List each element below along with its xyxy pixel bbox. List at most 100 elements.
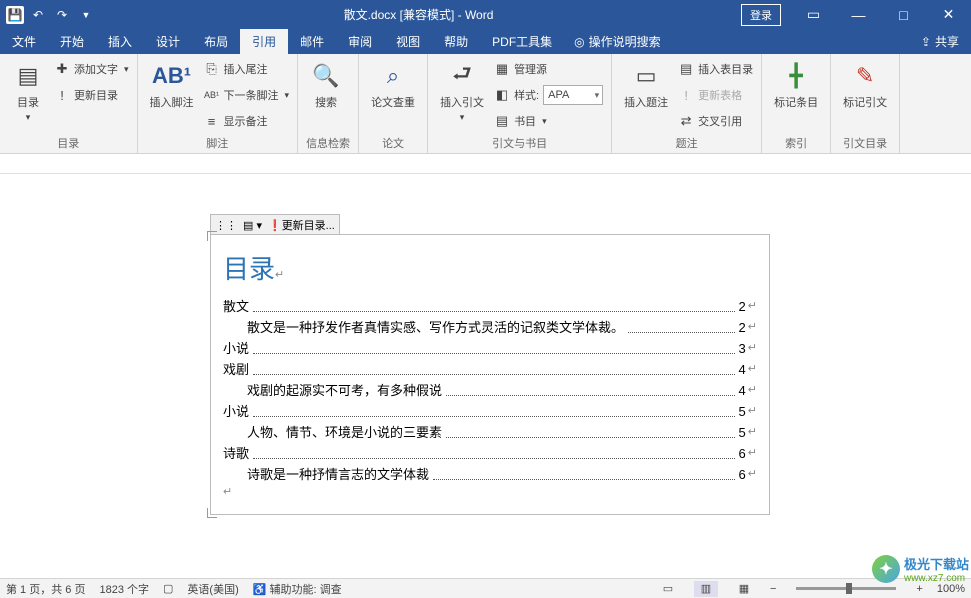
show-notes-button[interactable]: ≡显示备注 [204, 110, 290, 132]
tab-help[interactable]: 帮助 [432, 29, 480, 54]
tab-layout[interactable]: 布局 [192, 29, 240, 54]
print-layout-icon[interactable]: ▥ [694, 581, 718, 597]
cross-reference-button[interactable]: ⇄交叉引用 [678, 110, 753, 132]
toc-entry[interactable]: 诗歌6↵ [223, 443, 757, 464]
toc-entry[interactable]: 散文2↵ [223, 296, 757, 317]
qat-dropdown-icon[interactable]: ▼ [76, 5, 96, 25]
zoom-out-button[interactable]: − [770, 583, 776, 595]
toc-leader-dots [253, 359, 735, 375]
tab-references[interactable]: 引用 [240, 29, 288, 54]
toc-leader-dots [446, 380, 735, 396]
zoom-slider[interactable] [796, 587, 896, 590]
zoom-level[interactable]: 100% [937, 583, 965, 595]
insert-table-figures-button[interactable]: ▤插入表目录 [678, 58, 753, 80]
proofing-icon[interactable]: ▢ [163, 582, 173, 595]
web-layout-icon[interactable]: ▦ [732, 581, 756, 597]
citation-style-select[interactable]: ◧ 样式: APA [494, 84, 603, 106]
table-figures-icon: ▤ [678, 61, 694, 77]
mark-entry-button[interactable]: ╋ 标记条目 [770, 58, 822, 112]
group-research-label: 信息检索 [306, 133, 350, 151]
toc-doc-icon[interactable]: ▤ ▾ [243, 219, 262, 232]
toc-handle-icon[interactable]: ⋮⋮ [215, 219, 237, 232]
toc-page-number: 4 [739, 380, 746, 401]
document-area[interactable]: ⋮⋮ ▤ ▾ ❗更新目录... 目录↵ 散文2↵散文是一种抒发作者真情实感、写作… [0, 174, 971, 578]
close-icon[interactable]: ✕ [926, 6, 971, 23]
update-table-button[interactable]: !更新表格 [678, 84, 753, 106]
tab-review[interactable]: 审阅 [336, 29, 384, 54]
insert-endnote-button[interactable]: ⎘插入尾注 [204, 58, 290, 80]
toc-entry[interactable]: 戏剧4↵ [223, 359, 757, 380]
insert-footnote-button[interactable]: AB¹ 插入脚注 [146, 58, 198, 112]
tab-mailings[interactable]: 邮件 [288, 29, 336, 54]
toc-field[interactable]: 目录↵ 散文2↵散文是一种抒发作者真情实感、写作方式灵活的记叙类文学体裁。2↵小… [210, 234, 770, 515]
paragraph-mark: ↵ [748, 422, 757, 443]
group-proofing: ⌕ 论文查重 论文 [359, 54, 428, 153]
endnote-icon: ⎘ [204, 61, 220, 77]
maximize-icon[interactable]: □ [881, 7, 926, 23]
lightbulb-icon: ◎ [574, 35, 584, 49]
toc-leader-dots [446, 422, 735, 438]
tab-file[interactable]: 文件 [0, 29, 48, 54]
title-bar: 💾 ↶ ↷ ▼ 散文.docx [兼容模式] - Word 登录 ▭ — □ ✕ [0, 0, 971, 29]
redo-icon[interactable]: ↷ [52, 5, 72, 25]
search-icon: 🔍 [310, 60, 342, 92]
toc-entry-text: 诗歌是一种抒情言志的文学体裁 [247, 464, 429, 485]
group-toc: ▤ 目录 ▾ ✚添加文字▾ !更新目录 目录 [0, 54, 138, 153]
toc-heading[interactable]: 目录↵ [223, 249, 757, 286]
ribbon-tabs: 文件 开始 插入 设计 布局 引用 邮件 审阅 视图 帮助 PDF工具集 ◎ 操… [0, 29, 971, 54]
toc-entry[interactable]: 小说3↵ [223, 338, 757, 359]
toc-entry-text: 诗歌 [223, 443, 249, 464]
minimize-icon[interactable]: — [836, 7, 881, 23]
tab-home[interactable]: 开始 [48, 29, 96, 54]
thesis-check-button[interactable]: ⌕ 论文查重 [367, 58, 419, 112]
group-toc-label: 目录 [8, 133, 129, 151]
insert-caption-button[interactable]: ▭ 插入题注 [620, 58, 672, 112]
ribbon-display-icon[interactable]: ▭ [791, 6, 836, 23]
watermark-logo-icon: ✦ [872, 555, 900, 583]
toc-entry[interactable]: 戏剧的起源实不可考，有多种假说 4↵ [223, 380, 757, 401]
toc-entry-text: 戏剧的起源实不可考，有多种假说 [247, 380, 442, 401]
toc-leader-dots [253, 443, 735, 459]
mark-citation-button[interactable]: ✎ 标记引文 [839, 58, 891, 112]
read-mode-icon[interactable]: ▭ [656, 581, 680, 597]
group-footnotes: AB¹ 插入脚注 ⎘插入尾注 AB¹下一条脚注▾ ≡显示备注 脚注 [138, 54, 299, 153]
toc-entry[interactable]: 人物、情节、环境是小说的三要素5↵ [223, 422, 757, 443]
save-icon[interactable]: 💾 [6, 6, 24, 24]
bibliography-button[interactable]: ▤书目▾ [494, 110, 603, 132]
paragraph-mark: ↵ [748, 401, 757, 422]
word-count[interactable]: 1823 个字 [99, 581, 149, 597]
toc-button[interactable]: ▤ 目录 ▾ [8, 58, 48, 125]
share-button[interactable]: ⇪ 共享 [909, 33, 971, 50]
tab-pdf-tools[interactable]: PDF工具集 [480, 29, 564, 54]
tab-design[interactable]: 设计 [144, 29, 192, 54]
accessibility-status[interactable]: ♿ 辅助功能: 调查 [253, 581, 342, 597]
citation-icon: ⮐ [446, 60, 478, 92]
toc-entry-text: 小说 [223, 338, 249, 359]
page-info[interactable]: 第 1 页，共 6 页 [6, 581, 85, 597]
group-research: 🔍 搜索 信息检索 [298, 54, 359, 153]
ribbon: ▤ 目录 ▾ ✚添加文字▾ !更新目录 目录 AB¹ 插入脚注 ⎘插入尾注 AB… [0, 54, 971, 154]
add-text-button[interactable]: ✚添加文字▾ [54, 58, 129, 80]
chevron-down-icon: ▾ [460, 112, 465, 123]
paragraph-mark: ↵ [748, 380, 757, 401]
insert-citation-button[interactable]: ⮐ 插入引文 ▾ [436, 58, 488, 125]
toc-entry[interactable]: 诗歌是一种抒情言志的文学体裁6↵ [223, 464, 757, 485]
toc-entry[interactable]: 小说5↵ [223, 401, 757, 422]
manage-sources-button[interactable]: ▦管理源 [494, 58, 603, 80]
toc-entry[interactable]: 散文是一种抒发作者真情实感、写作方式灵活的记叙类文学体裁。2↵ [223, 317, 757, 338]
tell-me-search[interactable]: ◎ 操作说明搜索 [564, 33, 671, 50]
login-button[interactable]: 登录 [741, 4, 781, 26]
tab-view[interactable]: 视图 [384, 29, 432, 54]
group-authorities-label: 引文目录 [839, 133, 891, 151]
next-footnote-button[interactable]: AB¹下一条脚注▾ [204, 84, 290, 106]
tab-insert[interactable]: 插入 [96, 29, 144, 54]
language-status[interactable]: 英语(美国) [187, 581, 238, 597]
update-toc-button[interactable]: !更新目录 [54, 84, 129, 106]
paragraph-mark: ↵ [748, 338, 757, 359]
horizontal-ruler[interactable] [0, 154, 971, 174]
zoom-in-button[interactable]: + [916, 583, 922, 595]
search-button[interactable]: 🔍 搜索 [306, 58, 346, 112]
undo-icon[interactable]: ↶ [28, 5, 48, 25]
update-toc-context-button[interactable]: ❗更新目录... [268, 217, 335, 233]
caption-icon: ▭ [630, 60, 662, 92]
